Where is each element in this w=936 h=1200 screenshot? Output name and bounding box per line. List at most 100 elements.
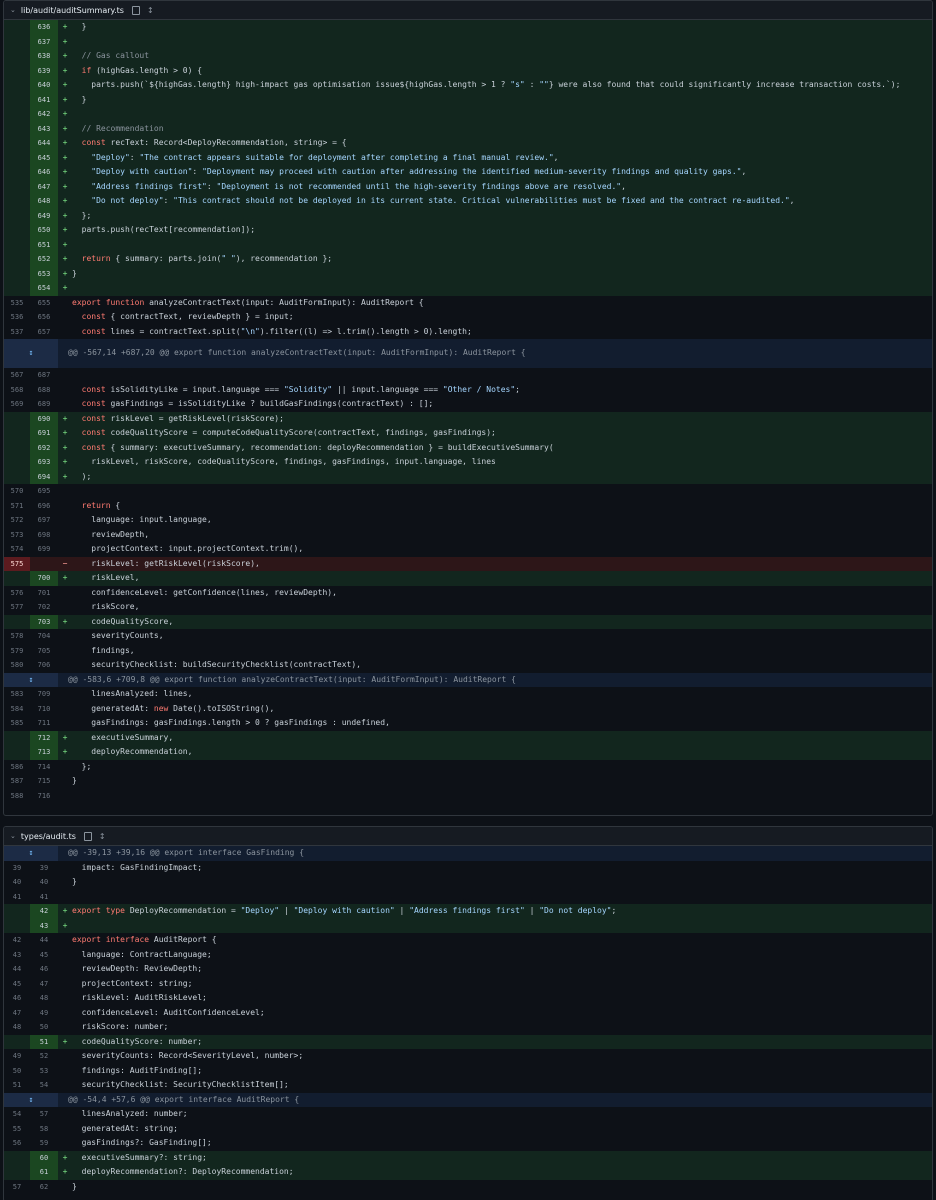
old-line-number[interactable]: 576 [4,586,30,601]
new-line-number[interactable]: 648 [30,194,58,209]
old-line-number[interactable]: 580 [4,658,30,673]
old-line-number[interactable]: 49 [4,1049,30,1064]
new-line-number[interactable]: 638 [30,49,58,64]
old-line-number[interactable]: 587 [4,774,30,789]
copy-icon[interactable] [131,5,140,15]
new-line-number[interactable]: 696 [30,499,58,514]
old-line-number[interactable]: 40 [4,875,30,890]
old-line-number[interactable]: 55 [4,1122,30,1137]
old-line-number[interactable]: 45 [4,977,30,992]
old-line-number[interactable]: 41 [4,890,30,905]
new-line-number[interactable]: 715 [30,774,58,789]
new-line-number[interactable]: 655 [30,296,58,311]
new-line-number[interactable]: 703 [30,614,58,629]
old-line-number[interactable]: 567 [4,368,30,383]
old-line-number[interactable]: 54 [4,1107,30,1122]
old-line-number[interactable]: 577 [4,600,30,615]
new-line-number[interactable]: 711 [30,716,58,731]
new-line-number[interactable]: 710 [30,702,58,717]
new-line-number[interactable]: 643 [30,121,58,136]
new-line-number[interactable]: 62 [30,1180,58,1195]
new-line-number[interactable]: 58 [30,1122,58,1137]
new-line-number[interactable]: 654 [30,281,58,296]
new-line-number[interactable]: 690 [30,411,58,426]
old-line-number[interactable]: 585 [4,716,30,731]
new-line-number[interactable]: 43 [30,918,58,933]
old-line-number[interactable]: 575 [4,556,30,571]
new-line-number[interactable]: 53 [30,1064,58,1079]
unfold-icon[interactable]: ↕ [4,672,58,687]
new-line-number[interactable]: 46 [30,962,58,977]
file-path[interactable]: types/audit.ts [21,832,76,841]
new-line-number[interactable]: 705 [30,644,58,659]
expand-icon[interactable]: ↕ [99,832,106,841]
new-line-number[interactable]: 689 [30,397,58,412]
new-line-number[interactable]: 39 [30,861,58,876]
old-line-number[interactable]: 573 [4,528,30,543]
chevron-down-icon[interactable]: ⌄ [10,832,16,840]
new-line-number[interactable]: 51 [30,1034,58,1049]
new-line-number[interactable]: 637 [30,34,58,49]
old-line-number[interactable]: 569 [4,397,30,412]
new-line-number[interactable]: 60 [30,1150,58,1165]
new-line-number[interactable]: 41 [30,890,58,905]
unfold-icon[interactable]: ↕ [4,1092,58,1107]
new-line-number[interactable]: 639 [30,63,58,78]
new-line-number[interactable]: 653 [30,266,58,281]
old-line-number[interactable]: 46 [4,991,30,1006]
old-line-number[interactable]: 568 [4,383,30,398]
old-line-number[interactable]: 579 [4,644,30,659]
old-line-number[interactable]: 51 [4,1078,30,1093]
new-line-number[interactable]: 636 [30,20,58,35]
old-line-number[interactable]: 42 [4,933,30,948]
old-line-number[interactable]: 536 [4,310,30,325]
new-line-number[interactable]: 646 [30,165,58,180]
old-line-number[interactable]: 583 [4,687,30,702]
old-line-number[interactable]: 586 [4,760,30,775]
new-line-number[interactable]: 50 [30,1020,58,1035]
old-line-number[interactable]: 574 [4,542,30,557]
copy-icon[interactable] [83,831,92,841]
new-line-number[interactable]: 691 [30,426,58,441]
old-line-number[interactable]: 537 [4,325,30,340]
new-line-number[interactable]: 59 [30,1136,58,1151]
old-line-number[interactable]: 535 [4,296,30,311]
new-line-number[interactable]: 656 [30,310,58,325]
new-line-number[interactable]: 48 [30,991,58,1006]
new-line-number[interactable]: 712 [30,730,58,745]
old-line-number[interactable]: 50 [4,1064,30,1079]
new-line-number[interactable]: 650 [30,223,58,238]
new-line-number[interactable]: 698 [30,528,58,543]
new-line-number[interactable]: 688 [30,383,58,398]
new-line-number[interactable]: 652 [30,252,58,267]
old-line-number[interactable]: 43 [4,948,30,963]
new-line-number[interactable]: 649 [30,208,58,223]
new-line-number[interactable]: 49 [30,1006,58,1021]
old-line-number[interactable]: 571 [4,499,30,514]
unfold-icon[interactable]: ↕ [4,339,58,368]
new-line-number[interactable]: 709 [30,687,58,702]
new-line-number[interactable]: 42 [30,904,58,919]
new-line-number[interactable]: 694 [30,469,58,484]
new-line-number[interactable]: 61 [30,1165,58,1180]
new-line-number[interactable]: 693 [30,455,58,470]
new-line-number[interactable]: 57 [30,1107,58,1122]
new-line-number[interactable]: 706 [30,658,58,673]
new-line-number[interactable]: 641 [30,92,58,107]
new-line-number[interactable]: 695 [30,484,58,499]
old-line-number[interactable]: 584 [4,702,30,717]
new-line-number[interactable]: 640 [30,78,58,93]
new-line-number[interactable]: 645 [30,150,58,165]
old-line-number[interactable]: 588 [4,789,30,804]
old-line-number[interactable]: 57 [4,1180,30,1195]
old-line-number[interactable]: 578 [4,629,30,644]
new-line-number[interactable]: 47 [30,977,58,992]
new-line-number[interactable]: 700 [30,571,58,586]
file-path[interactable]: lib/audit/auditSummary.ts [21,6,124,15]
new-line-number[interactable]: 647 [30,179,58,194]
new-line-number[interactable]: 657 [30,325,58,340]
chevron-down-icon[interactable]: ⌄ [10,6,16,14]
new-line-number[interactable]: 52 [30,1049,58,1064]
old-line-number[interactable]: 56 [4,1136,30,1151]
new-line-number[interactable]: 713 [30,745,58,760]
